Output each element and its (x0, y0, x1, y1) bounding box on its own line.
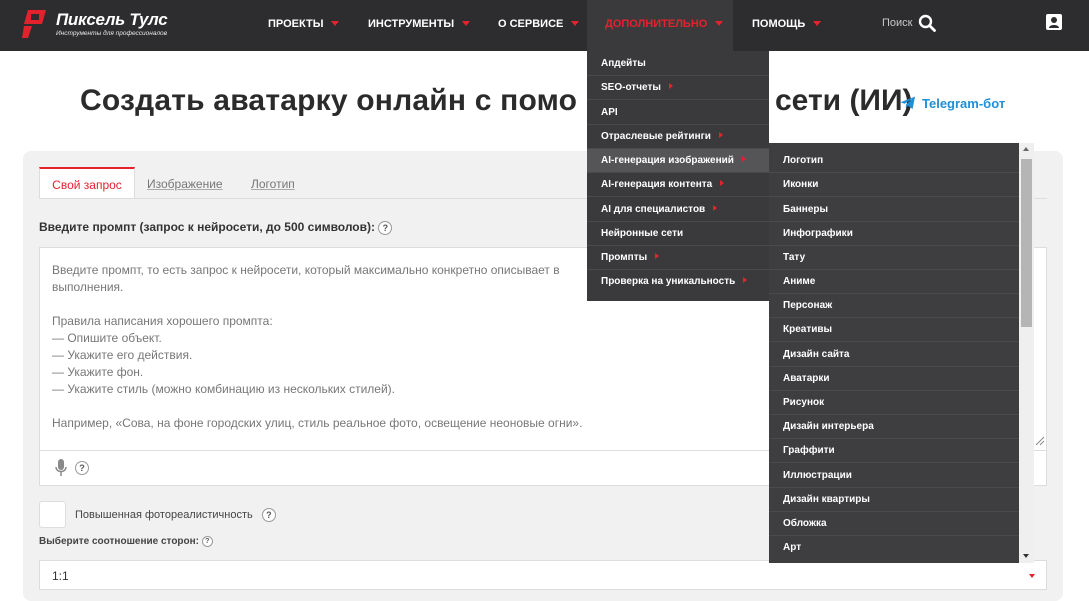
submenu-item-tattoo[interactable]: Тату (769, 246, 1019, 270)
prompt-label: Введите промпт (запрос к нейросети, до 5… (39, 220, 393, 235)
submenu-item-anime[interactable]: Аниме (769, 270, 1019, 294)
submenu-item-apartment-design[interactable]: Дизайн квартиры (769, 488, 1019, 512)
submenu-item-logo[interactable]: Логотип (769, 149, 1019, 173)
menu-item-label: Проверка на уникальность (601, 276, 736, 287)
submenu-item-icons[interactable]: Иконки (769, 173, 1019, 197)
prompt-placeholder: Введите промпт, то есть запрос к нейросе… (52, 263, 583, 430)
tab-logo[interactable]: Логотип (251, 167, 295, 199)
menu-item-label: Апдейты (601, 58, 646, 69)
telegram-label: Telegram-бот (922, 96, 1006, 111)
submenu-item-avatars[interactable]: Аватарки (769, 367, 1019, 391)
top-navbar: Пиксель Тулс Инструменты для профессиона… (0, 0, 1089, 51)
tab-own-prompt[interactable]: Свой запрос (39, 167, 135, 199)
submenu-item-banners[interactable]: Баннеры (769, 198, 1019, 222)
menu-item-label: AI-генерация контента (601, 179, 713, 190)
logo-title: Пиксель Тулс (56, 10, 168, 29)
caret-right-icon (720, 180, 725, 187)
submenu-scrollbar-thumb[interactable] (1021, 159, 1032, 327)
menu-item-ai-content[interactable]: AI-генерация контента (587, 173, 769, 197)
help-icon[interactable]: ? (378, 220, 393, 235)
ratio-label-text: Выберите соотношение сторон: (39, 536, 200, 548)
menu-item-label: Промпты (601, 252, 648, 263)
submenu-item-infographics[interactable]: Инфографики (769, 222, 1019, 246)
user-icon[interactable] (1046, 14, 1062, 30)
nav-label: ПРОЕКТЫ (268, 18, 324, 30)
menu-item-prompts[interactable]: Промпты (587, 246, 769, 270)
scroll-up-icon[interactable] (1023, 147, 1029, 151)
submenu-item-cover[interactable]: Обложка (769, 512, 1019, 536)
caret-right-icon (743, 277, 748, 284)
search-label[interactable]: Поиск (882, 0, 912, 51)
resize-handle-icon[interactable] (1035, 436, 1045, 446)
nav-tools[interactable]: ИНСТРУМЕНТЫ (368, 0, 471, 51)
menu-item-api[interactable]: API (587, 101, 769, 125)
caret-right-icon (655, 253, 660, 260)
photorealism-label: Повышенная фотореалистичность ? (75, 508, 276, 522)
menu-item-label: API (601, 107, 618, 118)
ratio-label: Выберите соотношение сторон: ? (39, 536, 213, 547)
submenu-item-site-design[interactable]: Дизайн сайта (769, 343, 1019, 367)
submenu-item-character[interactable]: Персонаж (769, 294, 1019, 318)
caret-right-icon (668, 83, 673, 90)
logo[interactable]: Пиксель Тулс Инструменты для профессиона… (22, 8, 172, 42)
menu-item-uniqueness[interactable]: Проверка на уникальность (587, 270, 769, 294)
caret-down-icon (331, 20, 340, 26)
nav-additional[interactable]: ДОПОЛНИТЕЛЬНО (587, 0, 733, 51)
microphone-icon[interactable] (54, 459, 68, 477)
menu-item-ratings[interactable]: Отраслевые рейтинги (587, 125, 769, 149)
page-title: Создать аватарку онлайн с помо (80, 84, 578, 117)
page-title-tail: сети (ИИ) (775, 84, 913, 117)
nav-help[interactable]: ПОМОЩЬ (752, 0, 822, 51)
nav-projects[interactable]: ПРОЕКТЫ (268, 0, 340, 51)
caret-down-icon (571, 20, 580, 26)
photorealism-label-text: Повышенная фотореалистичность (75, 508, 253, 521)
nav-label: ПОМОЩЬ (752, 18, 806, 30)
telegram-link[interactable]: Telegram-бот (900, 96, 1005, 111)
submenu-item-illustrations[interactable]: Иллюстрации (769, 464, 1019, 488)
ratio-select[interactable] (39, 560, 1047, 590)
photorealism-help-icon[interactable]: ? (261, 508, 276, 522)
menu-item-label: Отраслевые рейтинги (601, 131, 711, 142)
photorealism-checkbox[interactable] (39, 501, 66, 528)
caret-down-icon (715, 20, 724, 26)
menu-item-label: SEO-отчеты (601, 82, 661, 93)
logo-subtitle: Инструменты для профессионалов (56, 30, 168, 37)
voice-help-icon[interactable]: ? (75, 461, 89, 475)
nav-label: ИНСТРУМЕНТЫ (368, 18, 455, 30)
caret-down-icon (813, 20, 822, 26)
menu-item-ai-specialists[interactable]: AI для специалистов (587, 198, 769, 222)
caret-right-icon (718, 132, 723, 139)
telegram-icon (900, 96, 915, 109)
nav-label: О СЕРВИСЕ (498, 18, 564, 30)
submenu-item-creatives[interactable]: Креативы (769, 318, 1019, 342)
logo-mark-icon (22, 10, 46, 38)
prompt-label-text: Введите промпт (запрос к нейросети, до 5… (39, 220, 375, 234)
ratio-help-icon[interactable]: ? (201, 536, 213, 547)
submenu-item-art[interactable]: Арт (769, 536, 1019, 560)
ratio-value: 1:1 (52, 569, 69, 583)
submenu-item-graffiti[interactable]: Граффити (769, 439, 1019, 463)
additional-dropdown-menu: Апдейты SEO-отчеты API Отраслевые рейтин… (587, 51, 769, 301)
nav-label: ДОПОЛНИТЕЛЬНО (605, 18, 708, 30)
ai-images-submenu: Логотип Иконки Баннеры Инфографики Тату … (769, 143, 1019, 563)
caret-down-icon (462, 20, 471, 26)
menu-item-label: AI-генерация изображений (601, 155, 734, 166)
caret-right-icon (713, 205, 718, 212)
caret-right-icon (741, 156, 746, 163)
search-icon[interactable] (918, 14, 936, 32)
submenu-item-interior-design[interactable]: Дизайн интерьера (769, 415, 1019, 439)
nav-about[interactable]: О СЕРВИСЕ (498, 0, 580, 51)
menu-item-seo-reports[interactable]: SEO-отчеты (587, 76, 769, 100)
menu-item-ai-images[interactable]: AI-генерация изображений (587, 149, 769, 173)
menu-item-label: Нейронные сети (601, 228, 684, 239)
menu-item-neural-networks[interactable]: Нейронные сети (587, 222, 769, 246)
menu-item-updates[interactable]: Апдейты (587, 52, 769, 76)
scroll-down-icon[interactable] (1023, 554, 1029, 558)
select-caret-icon (1029, 574, 1035, 578)
submenu-item-drawing[interactable]: Рисунок (769, 391, 1019, 415)
menu-item-label: AI для специалистов (601, 204, 706, 215)
tab-image[interactable]: Изображение (147, 167, 223, 199)
